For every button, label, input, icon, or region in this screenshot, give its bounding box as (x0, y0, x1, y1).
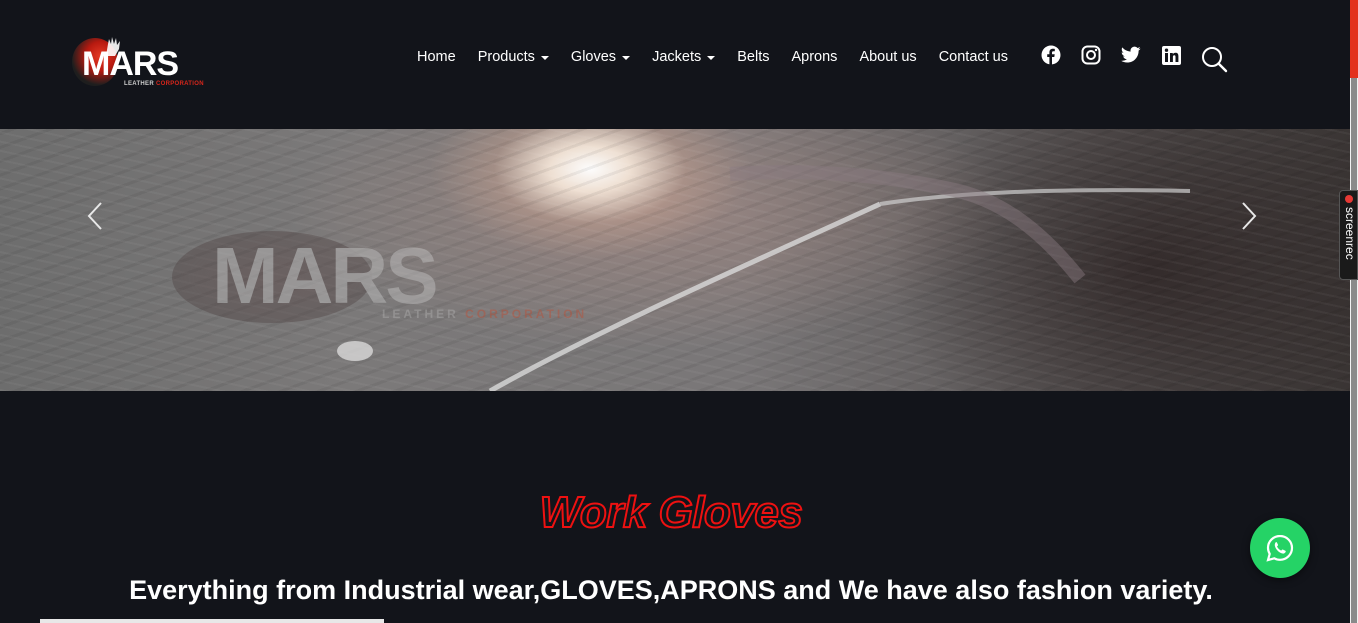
instagram-icon[interactable] (1080, 44, 1102, 66)
nav-item-label: Gloves (570, 49, 617, 65)
nav-item-label: Jackets (652, 49, 702, 65)
hero-welding-scene (337, 165, 1191, 391)
nav-item-label: Home (417, 49, 456, 65)
main-nav: Home Products Gloves Jackets Belts Apron… (406, 44, 1019, 70)
nav-item-label: About us (859, 49, 917, 65)
logo-wordmark: MARS (82, 45, 179, 83)
linkedin-icon[interactable] (1160, 44, 1182, 66)
bottom-card-edge (40, 619, 384, 623)
nav-item-label: Aprons (791, 49, 838, 65)
caret-down-icon (540, 55, 549, 60)
nav-item-belts[interactable]: Belts (726, 49, 780, 65)
nav-item-contact-us[interactable]: Contact us (928, 49, 1019, 65)
nav-item-label: Products (477, 49, 535, 65)
nav-item-gloves[interactable]: Gloves (560, 49, 641, 65)
screenrec-label: screenrec (1343, 207, 1357, 260)
logo-subtitle-main: LEATHER (124, 81, 156, 87)
whatsapp-button[interactable] (1250, 518, 1310, 578)
nav-item-label: Belts (737, 49, 770, 65)
logo-subtitle: LEATHER CORPORATION (124, 81, 204, 87)
nav-item-jackets[interactable]: Jackets (641, 49, 726, 65)
page-scrollbar[interactable] (1350, 0, 1358, 623)
site-logo[interactable]: MARS LEATHER CORPORATION (72, 36, 212, 92)
screenrec-tab[interactable]: screenrec (1339, 190, 1358, 280)
nav-item-home[interactable]: Home (406, 49, 467, 65)
scroll-progress-indicator (1350, 0, 1358, 78)
section-tagline: Everything from Industrial wear,GLOVES,A… (129, 575, 1213, 605)
whatsapp-icon (1266, 534, 1294, 562)
scrollbar-thumb[interactable] (1351, 78, 1357, 623)
record-dot-icon (1345, 195, 1353, 203)
chevron-right-icon[interactable] (1238, 201, 1258, 231)
nav-item-products[interactable]: Products (467, 49, 560, 65)
section-headline: Work Gloves (539, 487, 804, 538)
search-icon[interactable] (1200, 45, 1228, 73)
logo-subtitle-accent: CORPORATION (155, 81, 204, 87)
nav-item-about-us[interactable]: About us (848, 49, 927, 65)
caret-down-icon (622, 55, 631, 60)
nav-item-aprons[interactable]: Aprons (780, 49, 848, 65)
site-header: MARS LEATHER CORPORATION Home Products G… (0, 0, 1350, 129)
nav-item-label: Contact us (938, 49, 1009, 65)
caret-down-icon (707, 55, 716, 60)
chevron-left-icon[interactable] (86, 201, 106, 231)
twitter-icon[interactable] (1120, 44, 1142, 66)
social-links (1040, 44, 1200, 66)
hero-slider: MARS LEATHER CORPORATION (0, 129, 1350, 391)
facebook-icon[interactable] (1040, 44, 1062, 66)
